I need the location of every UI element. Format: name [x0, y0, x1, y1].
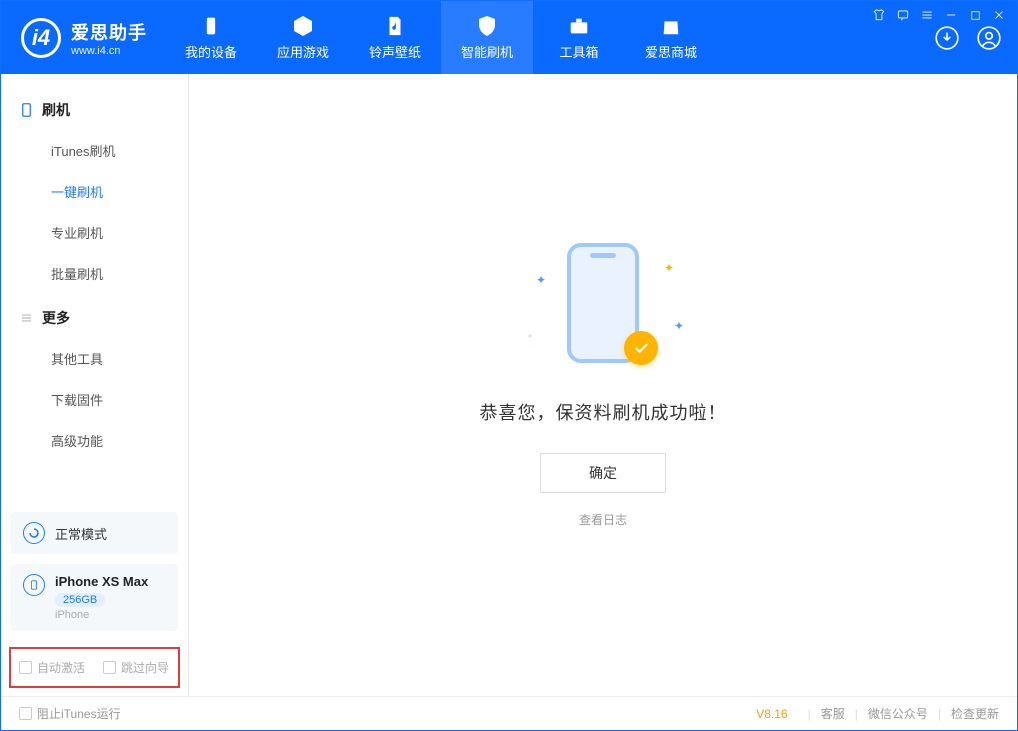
tab-label: 爱思商城 — [645, 42, 697, 61]
minimize-icon[interactable] — [943, 7, 959, 23]
checkbox-block-itunes[interactable]: 阻止iTunes运行 — [19, 705, 121, 722]
header: i4 爱思助手 www.i4.cn 我的设备 应用游戏 铃声壁纸 智能刷机 — [1, 1, 1017, 74]
phone-icon — [199, 14, 223, 38]
bag-icon — [659, 14, 683, 38]
tab-smart-flash[interactable]: 智能刷机 — [441, 1, 533, 74]
group-title: 刷机 — [42, 100, 70, 120]
check-badge-icon — [624, 331, 658, 365]
download-button[interactable] — [933, 24, 961, 52]
success-message: 恭喜您，保资料刷机成功啦！ — [480, 399, 727, 425]
logo-icon: i4 — [21, 18, 61, 58]
tab-label: 智能刷机 — [461, 42, 513, 61]
sparkle-icon: • — [528, 329, 532, 343]
device-panels: 正常模式 iPhone XS Max 256GB iPhone — [1, 512, 188, 641]
device-info-card[interactable]: iPhone XS Max 256GB iPhone — [11, 564, 178, 631]
checkbox-auto-activate[interactable]: 自动激活 — [19, 659, 85, 676]
music-file-icon — [383, 14, 407, 38]
nav-tabs: 我的设备 应用游戏 铃声壁纸 智能刷机 工具箱 爱思商城 — [165, 1, 717, 74]
footer-link-support[interactable]: 客服 — [821, 705, 845, 722]
sidebar-item-batch-flash[interactable]: 批量刷机 — [1, 253, 188, 294]
tab-my-device[interactable]: 我的设备 — [165, 1, 257, 74]
checkbox-skip-guide[interactable]: 跳过向导 — [103, 659, 169, 676]
sidebar: 刷机 iTunes刷机 一键刷机 专业刷机 批量刷机 更多 其他工具 下载固件 … — [1, 74, 189, 696]
tshirt-icon[interactable] — [871, 7, 887, 23]
footer-link-update[interactable]: 检查更新 — [951, 705, 999, 722]
maximize-icon[interactable] — [967, 7, 983, 23]
tab-store[interactable]: 爱思商城 — [625, 1, 717, 74]
sidebar-item-pro-flash[interactable]: 专业刷机 — [1, 212, 188, 253]
view-log-link[interactable]: 查看日志 — [579, 511, 627, 528]
tab-label: 工具箱 — [559, 42, 598, 61]
tab-apps-games[interactable]: 应用游戏 — [257, 1, 349, 74]
menu-icon[interactable] — [919, 7, 935, 23]
main-content: ✦ ✦ ✦ • 恭喜您，保资料刷机成功啦！ 确定 查看日志 — [189, 74, 1017, 696]
sparkle-icon: ✦ — [536, 273, 546, 287]
checkbox-label: 阻止iTunes运行 — [37, 705, 121, 722]
logo: i4 爱思助手 www.i4.cn — [1, 1, 165, 74]
sidebar-item-oneclick-flash[interactable]: 一键刷机 — [1, 171, 188, 212]
shield-refresh-icon — [475, 14, 499, 38]
device-type: iPhone — [55, 609, 148, 621]
ok-button[interactable]: 确定 — [540, 453, 666, 493]
device-mode: 正常模式 — [55, 524, 107, 543]
app-name: 爱思助手 — [71, 19, 147, 45]
account-button[interactable] — [975, 24, 1003, 52]
sparkle-icon: ✦ — [664, 261, 674, 275]
app-window: i4 爱思助手 www.i4.cn 我的设备 应用游戏 铃声壁纸 智能刷机 — [0, 0, 1018, 731]
cube-icon — [291, 14, 315, 38]
tab-label: 应用游戏 — [277, 42, 329, 61]
sparkle-icon: ✦ — [674, 319, 684, 333]
version-label: V8.16 — [756, 707, 787, 721]
sidebar-item-download-firmware[interactable]: 下载固件 — [1, 379, 188, 420]
sidebar-item-advanced[interactable]: 高级功能 — [1, 420, 188, 461]
toolbox-icon — [567, 14, 591, 38]
sidebar-group-flash: 刷机 — [1, 86, 188, 130]
footer-link-wechat[interactable]: 微信公众号 — [868, 705, 928, 722]
checkbox-label: 跳过向导 — [121, 659, 169, 676]
sidebar-item-other-tools[interactable]: 其他工具 — [1, 338, 188, 379]
footer: 阻止iTunes运行 V8.16 | 客服 | 微信公众号 | 检查更新 — [1, 696, 1017, 730]
sidebar-item-itunes-flash[interactable]: iTunes刷机 — [1, 130, 188, 171]
mode-icon — [23, 522, 45, 544]
sidebar-group-more: 更多 — [1, 294, 188, 338]
footer-links: V8.16 | 客服 | 微信公众号 | 检查更新 — [756, 705, 999, 722]
flash-options: 自动激活 跳过向导 — [9, 647, 180, 688]
tab-label: 铃声壁纸 — [369, 42, 421, 61]
close-icon[interactable] — [991, 7, 1007, 23]
app-url: www.i4.cn — [71, 45, 147, 57]
group-title: 更多 — [42, 308, 70, 328]
device-name: iPhone XS Max — [55, 574, 148, 589]
checkbox-label: 自动激活 — [37, 659, 85, 676]
window-controls — [871, 7, 1007, 23]
device-phone-icon — [23, 574, 45, 596]
tab-label: 我的设备 — [185, 42, 237, 61]
device-storage: 256GB — [55, 593, 105, 607]
device-mode-card[interactable]: 正常模式 — [11, 512, 178, 554]
success-illustration: ✦ ✦ ✦ • — [518, 243, 688, 373]
body: 刷机 iTunes刷机 一键刷机 专业刷机 批量刷机 更多 其他工具 下载固件 … — [1, 74, 1017, 696]
feedback-icon[interactable] — [895, 7, 911, 23]
tab-ringtones[interactable]: 铃声壁纸 — [349, 1, 441, 74]
tab-toolbox[interactable]: 工具箱 — [533, 1, 625, 74]
